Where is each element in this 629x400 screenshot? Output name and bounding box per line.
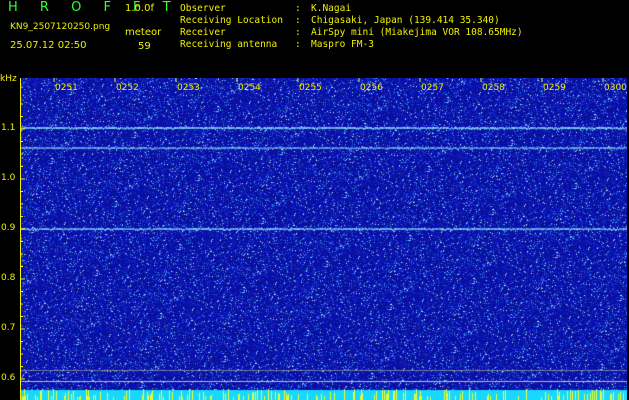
y-tick-label: 0.9 (1, 223, 16, 233)
info-label: Receiving Location (180, 15, 283, 26)
info-value: Chigasaki, Japan (139.414 35.340) (311, 15, 500, 26)
info-row-observer: Observer : K.Nagai (180, 3, 523, 15)
x-tick-label: 0300 (604, 83, 627, 93)
x-tick-label: 0259 (543, 83, 566, 93)
x-tick-label: 0251 (55, 83, 78, 93)
x-tick-label: 0256 (360, 83, 383, 93)
capture-datetime: 25.07.12 02:50 (10, 40, 87, 51)
y-axis-unit: kHz (0, 74, 17, 84)
y-tick-label: 1.0 (1, 173, 16, 183)
y-tick-label: 0.7 (1, 323, 16, 333)
meteor-label: meteor (125, 27, 162, 38)
info-label: Receiving antenna (180, 39, 278, 50)
station-info: Observer : K.Nagai Receiving Location : … (180, 3, 523, 51)
info-separator: : (295, 15, 301, 26)
file-name: KN9_2507120250.png (10, 22, 111, 32)
app-version: 1.0.0f (125, 3, 154, 14)
info-label: Observer (180, 3, 226, 14)
info-label: Receiver (180, 27, 226, 38)
y-tick-label: 0.6 (1, 373, 16, 383)
info-separator: : (295, 3, 301, 14)
x-tick-label: 0255 (299, 83, 322, 93)
hrofft-window: H R O F F T 1.0.0f KN9_2507120250.png 25… (0, 0, 629, 400)
x-tick-label: 0258 (482, 83, 505, 93)
x-tick-label: 0257 (421, 83, 444, 93)
y-tick-label: 0.8 (1, 273, 16, 283)
x-tick-label: 0254 (238, 83, 261, 93)
spectrogram-panel: 0251 0252 0253 0254 0255 0256 0257 0258 0259 0300 (20, 78, 627, 400)
y-tick-label: 1.1 (1, 123, 16, 133)
info-row-location: Receiving Location : Chigasaki, Japan (1… (180, 15, 523, 27)
info-value: AirSpy mini (Miakejima VOR 108.65MHz) (311, 27, 523, 38)
x-tick-label: 0253 (177, 83, 200, 93)
info-separator: : (295, 27, 301, 38)
x-tick-label: 0252 (116, 83, 139, 93)
info-row-receiver: Receiver : AirSpy mini (Miakejima VOR 10… (180, 27, 523, 39)
info-value: K.Nagai (311, 3, 352, 14)
info-row-antenna: Receiving antenna : Maspro FM-3 (180, 39, 523, 51)
info-separator: : (295, 39, 301, 50)
spectrogram-overlay: 0251 0252 0253 0254 0255 0256 0257 0258 0259 0300 (20, 78, 627, 400)
info-value: Maspro FM-3 (311, 39, 374, 50)
meteor-count: 59 (138, 41, 151, 52)
